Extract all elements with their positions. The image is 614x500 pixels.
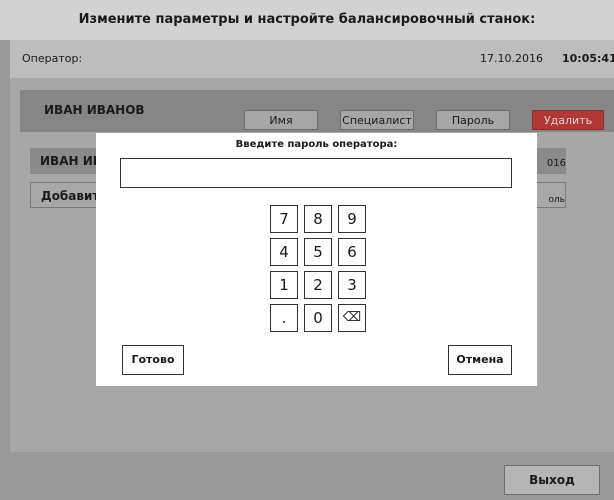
password-input[interactable] <box>120 158 512 188</box>
window-title: Измените параметры и настройте балансиро… <box>0 0 614 40</box>
key-9[interactable]: 9 <box>338 205 366 233</box>
key-1[interactable]: 1 <box>270 271 298 299</box>
cancel-button[interactable]: Отмена <box>448 345 512 375</box>
exit-button[interactable]: Выход <box>504 465 600 495</box>
password-button[interactable]: Пароль <box>436 110 510 130</box>
list-item-password-fragment[interactable]: оль <box>534 182 566 208</box>
numeric-keypad: 7 8 9 4 5 6 1 2 3 . 0 ⌫ <box>270 205 366 332</box>
key-2[interactable]: 2 <box>304 271 332 299</box>
name-button[interactable]: Имя <box>244 110 318 130</box>
password-dialog: Введите пароль оператора: 7 8 9 4 5 6 1 … <box>96 133 537 386</box>
info-row: Оператор: 17.10.2016 10:05:41 <box>10 40 614 78</box>
time-display: 10:05:41 <box>562 52 614 65</box>
key-6[interactable]: 6 <box>338 238 366 266</box>
operator-label: Оператор: <box>22 52 83 65</box>
specialist-button[interactable]: Специалист <box>340 110 414 130</box>
dialog-title: Введите пароль оператора: <box>235 139 398 150</box>
delete-button[interactable]: Удалить <box>532 110 604 130</box>
key-3[interactable]: 3 <box>338 271 366 299</box>
key-7[interactable]: 7 <box>270 205 298 233</box>
operator-name: ИВАН ИВАНОВ <box>44 103 145 117</box>
date-display: 17.10.2016 <box>480 52 543 65</box>
backspace-icon[interactable]: ⌫ <box>338 304 366 332</box>
key-4[interactable]: 4 <box>270 238 298 266</box>
key-8[interactable]: 8 <box>304 205 332 233</box>
key-5[interactable]: 5 <box>304 238 332 266</box>
key-decimal[interactable]: . <box>270 304 298 332</box>
list-item-date-fragment: 016 <box>534 148 566 174</box>
key-0[interactable]: 0 <box>304 304 332 332</box>
done-button[interactable]: Готово <box>122 345 184 375</box>
